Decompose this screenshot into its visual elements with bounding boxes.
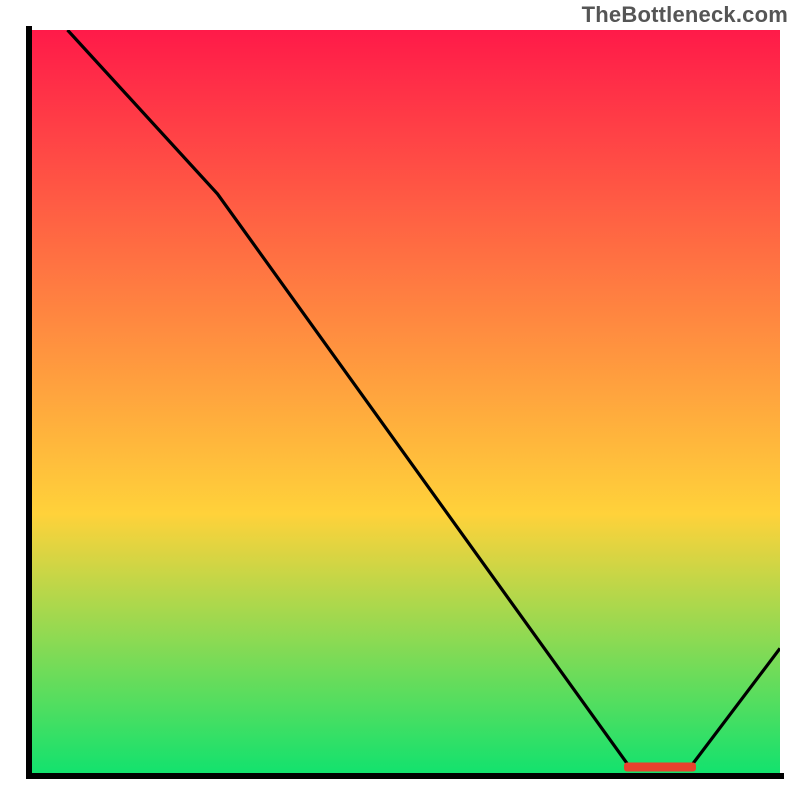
axis-bottom-spine	[26, 773, 784, 779]
axis-left-spine	[26, 26, 32, 779]
bottleneck-chart	[0, 0, 800, 800]
plot-background	[30, 30, 780, 775]
chart-stage: TheBottleneck.com	[0, 0, 800, 800]
valley-marker	[624, 763, 696, 772]
